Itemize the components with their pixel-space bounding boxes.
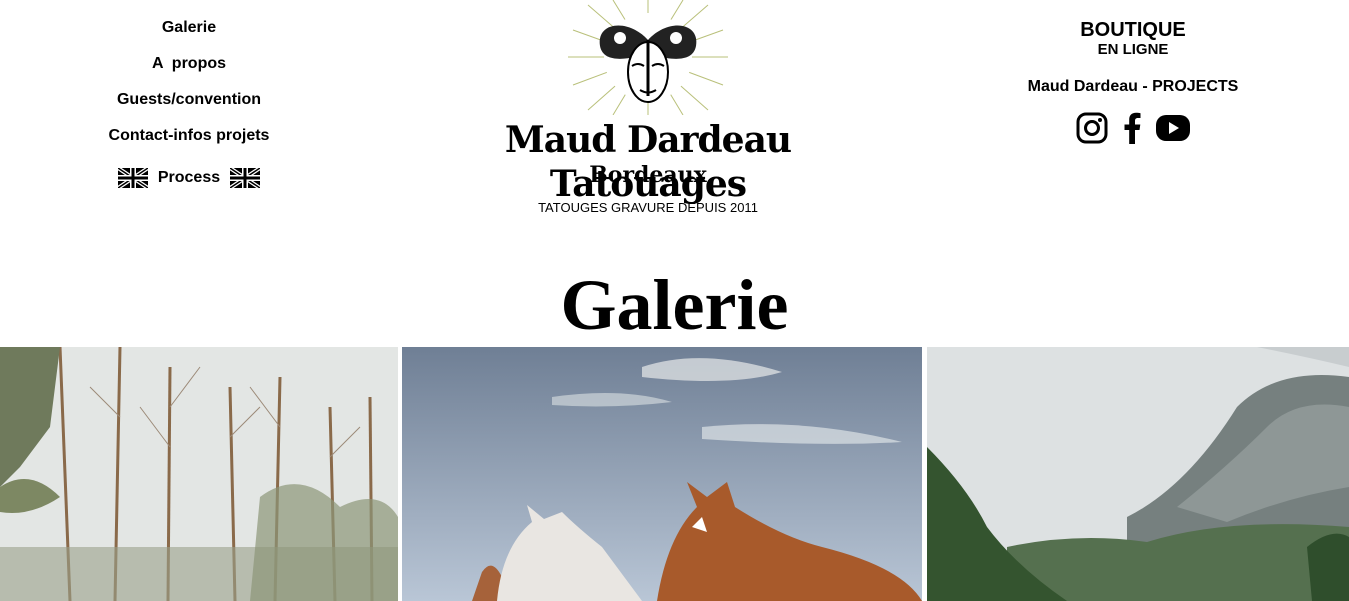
- facebook-icon[interactable]: [1122, 112, 1142, 144]
- photo-gallery: [0, 347, 1349, 601]
- uk-flag-icon: [230, 168, 261, 188]
- site-logo[interactable]: Maud Dardeau Tatouages Bordeaux TATOUGES…: [478, 0, 818, 230]
- youtube-icon[interactable]: [1156, 115, 1190, 141]
- gallery-photo-horses[interactable]: [402, 347, 922, 601]
- projects-link[interactable]: Maud Dardeau - PROJECTS: [918, 78, 1348, 96]
- page-title: Galerie: [560, 265, 789, 345]
- nav-link-galerie[interactable]: Galerie: [0, 18, 378, 38]
- shop-subtitle: EN LIGNE: [1097, 41, 1169, 58]
- gallery-photo-mountain[interactable]: [927, 347, 1349, 601]
- logo-tagline: TATOUGES GRAVURE DEPUIS 2011: [538, 200, 758, 215]
- uk-flag-icon: [117, 168, 148, 188]
- nav-link-guests-convention[interactable]: Guests/convention: [0, 90, 378, 110]
- instagram-icon[interactable]: [1076, 112, 1108, 144]
- shop-title: BOUTIQUE: [1080, 19, 1186, 41]
- nav-link-contact[interactable]: Contact-infos projets: [0, 126, 378, 146]
- nav-link-process[interactable]: Process: [0, 168, 378, 188]
- moth-face-emblem: [568, 0, 728, 115]
- logo-city: Bordeaux: [589, 162, 707, 188]
- shop-block: BOUTIQUE EN LIGNE Maud Dardeau - PROJECT…: [918, 18, 1348, 144]
- nav-link-a-propos[interactable]: A propos: [0, 54, 378, 74]
- process-label: Process: [157, 169, 221, 186]
- social-links: [918, 112, 1348, 144]
- gallery-photo-forest[interactable]: [0, 347, 398, 601]
- online-shop-link[interactable]: BOUTIQUE EN LIGNE: [918, 18, 1348, 59]
